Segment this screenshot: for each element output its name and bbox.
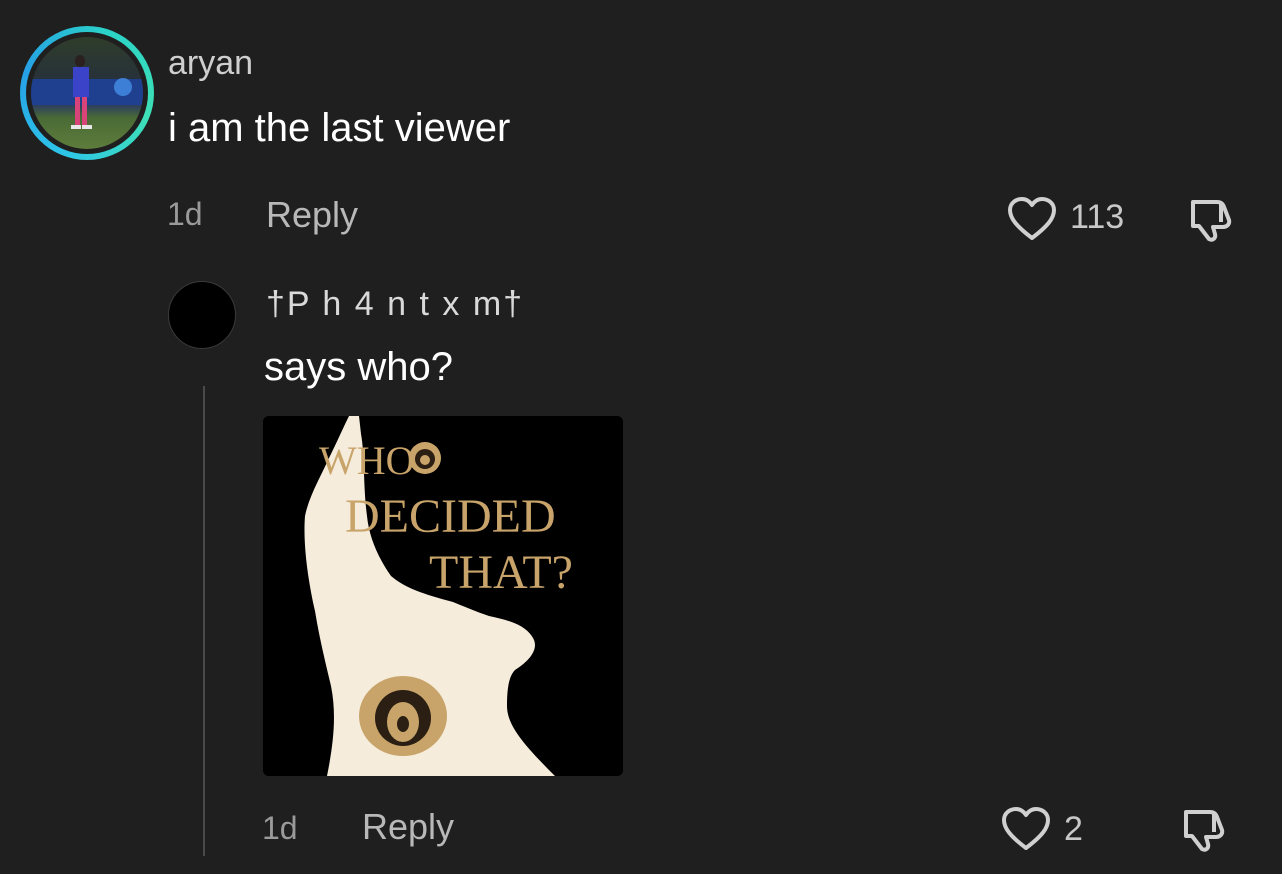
reply-dislike-button[interactable] — [1178, 806, 1230, 852]
avatar-photo — [31, 37, 143, 149]
reply-attached-image[interactable]: WHO DECIDED THAT? — [263, 416, 623, 776]
thread-line — [203, 386, 205, 856]
meme-line-3: THAT? — [429, 546, 573, 599]
reply-like-button[interactable] — [1000, 806, 1052, 852]
reply-username[interactable]: †P h 4 n t x m† — [266, 285, 524, 324]
thumbs-down-icon — [1191, 200, 1232, 242]
thumbs-down-icon — [1184, 810, 1225, 852]
comment-username[interactable]: aryan — [168, 44, 253, 83]
meme-image: WHO DECIDED THAT? — [263, 416, 623, 776]
meme-line-2: DECIDED — [345, 490, 556, 543]
comment-reply-button[interactable]: Reply — [266, 194, 358, 236]
reply-like-count: 2 — [1064, 810, 1083, 848]
comment-like-count: 113 — [1070, 198, 1125, 236]
heart-outline-icon — [1002, 807, 1050, 850]
avatar-ring-gap — [26, 32, 148, 154]
heart-outline-icon — [1008, 197, 1056, 240]
comment-text: i am the last viewer — [168, 106, 511, 150]
avatar-aryan[interactable] — [20, 26, 154, 160]
avatar-reply-user[interactable] — [168, 281, 236, 349]
dislike-button[interactable] — [1185, 196, 1237, 242]
avatar-photo-figure — [31, 55, 143, 129]
like-button[interactable] — [1006, 196, 1058, 242]
reply-reply-button[interactable]: Reply — [362, 806, 454, 848]
meme-line-1: WHO — [319, 438, 415, 483]
comment-age: 1d — [167, 196, 203, 232]
reply-age: 1d — [262, 810, 298, 846]
reply-text: says who? — [264, 345, 453, 389]
